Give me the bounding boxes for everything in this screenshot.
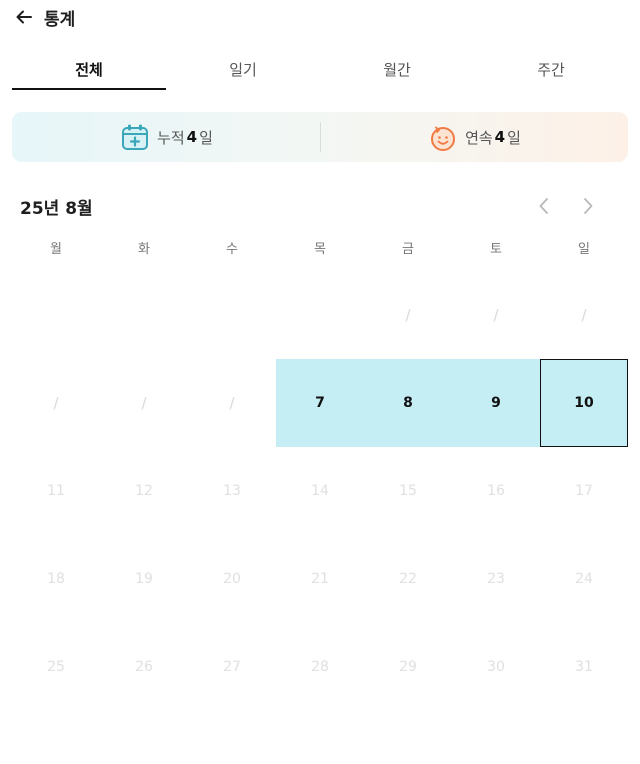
day-cell[interactable]: 26 [100,623,188,711]
tab-monthly[interactable]: 월간 [320,48,474,90]
placeholder-cell: / [141,394,147,412]
day-cell[interactable]: 11 [12,447,100,535]
stat-cumulative-unit: 일 [199,128,213,147]
stat-streak: 연속 4 일 [320,112,628,162]
calendar-add-icon [122,124,149,150]
empty-cell [188,271,276,359]
weekday-label: 금 [402,242,414,257]
day-cell[interactable]: 27 [188,623,276,711]
arrow-left-icon [16,10,32,24]
day-cell[interactable]: 23 [452,535,540,623]
day-cell[interactable]: 28 [276,623,364,711]
day-cell[interactable]: 13 [188,447,276,535]
day-cell[interactable]: 18 [12,535,100,623]
tab-bar: 전체 일기 월간 주간 [12,48,628,90]
day-cell[interactable]: 7 [276,359,364,447]
placeholder-cell: / [405,306,411,324]
day-cell[interactable]: 20 [188,535,276,623]
chevron-left-icon [539,198,548,214]
month-title: 25년 8월 [20,198,93,219]
stats-banner: 누적 4 일 연속 4 일 [12,112,628,162]
day-cell[interactable]: 10 [540,359,628,447]
day-cell[interactable]: 31 [540,623,628,711]
day-cell[interactable]: 30 [452,623,540,711]
next-month-button[interactable] [577,192,599,220]
weekday-label: 토 [490,242,502,257]
stat-cumulative: 누적 4 일 [12,112,320,162]
day-cell[interactable]: 22 [364,535,452,623]
stat-streak-value: 4 [494,128,506,146]
day-cell[interactable]: 17 [540,447,628,535]
tab-diary[interactable]: 일기 [166,48,320,90]
stat-streak-unit: 일 [507,128,521,147]
weekday-row: 월 화 수 목 금 토 일 [12,238,628,257]
placeholder-cell: / [581,306,587,324]
back-button[interactable] [12,5,36,29]
weekday-label: 수 [226,242,238,257]
prev-month-button[interactable] [533,192,555,220]
smiley-face-icon [431,126,456,151]
tab-all[interactable]: 전체 [12,48,166,90]
placeholder-cell: / [493,306,499,324]
day-cell[interactable]: 16 [452,447,540,535]
weekday-label: 월 [50,242,62,257]
chevron-right-icon [584,198,593,214]
page-title: 통계 [44,9,76,30]
header: 통계 [12,4,75,30]
calendar-grid: / / / / / / 7 8 9 10 11 12 13 14 15 16 17 18 19 20 21 22 23 24 2… [12,271,628,711]
day-cell[interactable]: 24 [540,535,628,623]
empty-cell [276,271,364,359]
day-cell[interactable]: 12 [100,447,188,535]
day-cell[interactable]: 9 [452,359,540,447]
tab-weekly[interactable]: 주간 [474,48,628,90]
empty-cell [12,271,100,359]
day-cell[interactable]: 8 [364,359,452,447]
placeholder-cell: / [229,394,235,412]
placeholder-cell: / [53,394,59,412]
stat-streak-label: 연속 [465,128,493,147]
day-cell[interactable]: 14 [276,447,364,535]
day-cell[interactable]: 19 [100,535,188,623]
stats-divider [320,122,321,152]
weekday-label: 목 [314,242,326,257]
stat-cumulative-label: 누적 [157,128,185,147]
day-cell[interactable]: 21 [276,535,364,623]
day-cell[interactable]: 25 [12,623,100,711]
weekday-label: 일 [578,242,590,257]
empty-cell [100,271,188,359]
day-cell[interactable]: 29 [364,623,452,711]
day-cell[interactable]: 15 [364,447,452,535]
stat-cumulative-value: 4 [186,128,198,146]
weekday-label: 화 [138,242,150,257]
